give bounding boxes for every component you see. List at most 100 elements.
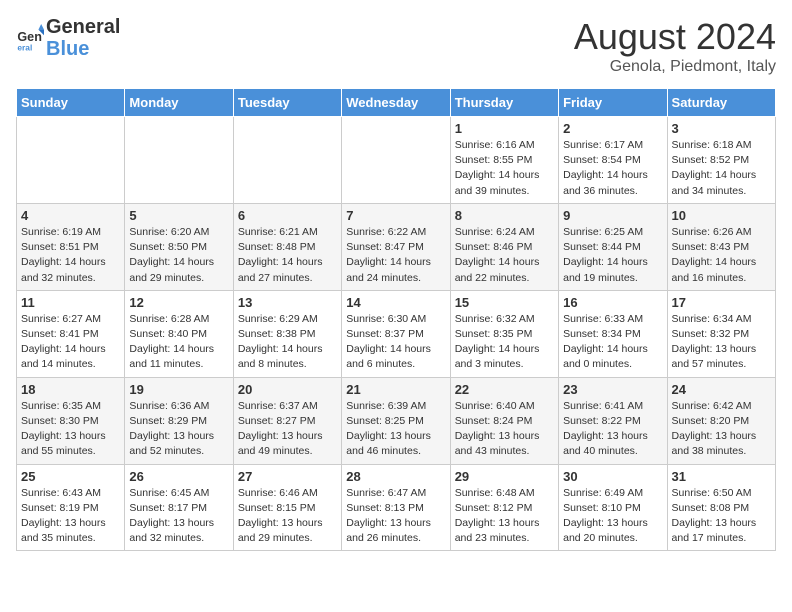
weekday-header-thursday: Thursday — [450, 89, 558, 117]
day-info: Sunrise: 6:18 AM Sunset: 8:52 PM Dayligh… — [672, 138, 771, 199]
day-number: 30 — [563, 469, 662, 484]
cell-content: 14Sunrise: 6:30 AM Sunset: 8:37 PM Dayli… — [346, 295, 445, 373]
weekday-header-row: SundayMondayTuesdayWednesdayThursdayFrid… — [17, 89, 776, 117]
day-number: 21 — [346, 382, 445, 397]
calendar-cell — [342, 117, 450, 204]
cell-content: 21 Sunrise: 6:39 AM Sunset: 8:25 PM Dayli… — [346, 382, 445, 460]
day-info: Sunrise: 6:45 AM Sunset: 8:17 PM Dayligh… — [129, 486, 228, 547]
day-info: Sunrise: 6:26 AM Sunset: 8:43 PM Dayligh… — [672, 225, 771, 286]
logo: Gen eral General Blue — [16, 16, 120, 60]
day-info: Sunrise: 6:24 AM Sunset: 8:46 PM Dayligh… — [455, 225, 554, 286]
title-section: August 2024 Genola, Piedmont, Italy — [574, 16, 776, 76]
weekday-header-friday: Friday — [559, 89, 667, 117]
weekday-header-tuesday: Tuesday — [233, 89, 341, 117]
day-number: 28 — [346, 469, 445, 484]
cell-content: 11Sunrise: 6:27 AM Sunset: 8:41 PM Dayli… — [21, 295, 120, 373]
day-number: 11 — [21, 295, 120, 310]
day-info: Sunrise: 6:35 AM Sunset: 8:30 PM Dayligh… — [21, 399, 120, 460]
cell-content: 17Sunrise: 6:34 AM Sunset: 8:32 PM Dayli… — [672, 295, 771, 373]
calendar-cell: 22 Sunrise: 6:40 AM Sunset: 8:24 PM Dayli… — [450, 377, 558, 464]
calendar-cell: 7Sunrise: 6:22 AM Sunset: 8:47 PM Daylig… — [342, 203, 450, 290]
cell-content: 28Sunrise: 6:47 AM Sunset: 8:13 PM Dayli… — [346, 469, 445, 547]
day-number: 23 — [563, 382, 662, 397]
cell-content: 27 Sunrise: 6:46 AM Sunset: 8:15 PM Dayli… — [238, 469, 337, 547]
day-number: 13 — [238, 295, 337, 310]
logo-general: General — [46, 16, 120, 38]
cell-content: 10Sunrise: 6:26 AM Sunset: 8:43 PM Dayli… — [672, 208, 771, 286]
day-info: Sunrise: 6:46 AM Sunset: 8:15 PM Dayligh… — [238, 486, 337, 547]
cell-content: 31 Sunrise: 6:50 AM Sunset: 8:08 PM Dayli… — [672, 469, 771, 547]
calendar-table: SundayMondayTuesdayWednesdayThursdayFrid… — [16, 88, 776, 551]
calendar-cell: 29Sunrise: 6:48 AM Sunset: 8:12 PM Dayli… — [450, 464, 558, 551]
cell-content: 25Sunrise: 6:43 AM Sunset: 8:19 PM Dayli… — [21, 469, 120, 547]
day-number: 29 — [455, 469, 554, 484]
calendar-cell: 25Sunrise: 6:43 AM Sunset: 8:19 PM Dayli… — [17, 464, 125, 551]
day-number: 19 — [129, 382, 228, 397]
svg-text:Gen: Gen — [17, 30, 42, 44]
cell-content: 29Sunrise: 6:48 AM Sunset: 8:12 PM Dayli… — [455, 469, 554, 547]
day-number: 26 — [129, 469, 228, 484]
calendar-cell: 27 Sunrise: 6:46 AM Sunset: 8:15 PM Dayli… — [233, 464, 341, 551]
day-info: Sunrise: 6:49 AM Sunset: 8:10 PM Dayligh… — [563, 486, 662, 547]
calendar-cell: 11Sunrise: 6:27 AM Sunset: 8:41 PM Dayli… — [17, 290, 125, 377]
day-number: 9 — [563, 208, 662, 223]
calendar-week-row: 25Sunrise: 6:43 AM Sunset: 8:19 PM Dayli… — [17, 464, 776, 551]
logo-text: General Blue — [46, 16, 120, 60]
cell-content: 13 Sunrise: 6:29 AM Sunset: 8:38 PM Dayli… — [238, 295, 337, 373]
calendar-cell: 12 Sunrise: 6:28 AM Sunset: 8:40 PM Dayli… — [125, 290, 233, 377]
day-info: Sunrise: 6:33 AM Sunset: 8:34 PM Dayligh… — [563, 312, 662, 373]
day-info: Sunrise: 6:42 AM Sunset: 8:20 PM Dayligh… — [672, 399, 771, 460]
calendar-cell: 28Sunrise: 6:47 AM Sunset: 8:13 PM Dayli… — [342, 464, 450, 551]
day-number: 24 — [672, 382, 771, 397]
calendar-cell: 9 Sunrise: 6:25 AM Sunset: 8:44 PM Daylig… — [559, 203, 667, 290]
day-number: 14 — [346, 295, 445, 310]
calendar-cell: 14Sunrise: 6:30 AM Sunset: 8:37 PM Dayli… — [342, 290, 450, 377]
calendar-cell: 20Sunrise: 6:37 AM Sunset: 8:27 PM Dayli… — [233, 377, 341, 464]
calendar-cell: 24 Sunrise: 6:42 AM Sunset: 8:20 PM Dayli… — [667, 377, 775, 464]
day-info: Sunrise: 6:50 AM Sunset: 8:08 PM Dayligh… — [672, 486, 771, 547]
weekday-header-wednesday: Wednesday — [342, 89, 450, 117]
day-number: 18 — [21, 382, 120, 397]
page-header: Gen eral General Blue August 2024 Genola… — [16, 16, 776, 76]
day-number: 15 — [455, 295, 554, 310]
cell-content: 26 Sunrise: 6:45 AM Sunset: 8:17 PM Dayli… — [129, 469, 228, 547]
cell-content: 9 Sunrise: 6:25 AM Sunset: 8:44 PM Daylig… — [563, 208, 662, 286]
day-number: 31 — [672, 469, 771, 484]
day-info: Sunrise: 6:32 AM Sunset: 8:35 PM Dayligh… — [455, 312, 554, 373]
calendar-week-row: 18 Sunrise: 6:35 AM Sunset: 8:30 PM Dayli… — [17, 377, 776, 464]
svg-text:eral: eral — [17, 43, 32, 52]
day-number: 27 — [238, 469, 337, 484]
calendar-cell: 13 Sunrise: 6:29 AM Sunset: 8:38 PM Dayli… — [233, 290, 341, 377]
cell-content: 8 Sunrise: 6:24 AM Sunset: 8:46 PM Daylig… — [455, 208, 554, 286]
calendar-cell: 4Sunrise: 6:19 AM Sunset: 8:51 PM Daylig… — [17, 203, 125, 290]
day-info: Sunrise: 6:40 AM Sunset: 8:24 PM Dayligh… — [455, 399, 554, 460]
calendar-cell — [125, 117, 233, 204]
day-info: Sunrise: 6:29 AM Sunset: 8:38 PM Dayligh… — [238, 312, 337, 373]
month-title: August 2024 — [574, 16, 776, 58]
cell-content: 18 Sunrise: 6:35 AM Sunset: 8:30 PM Dayli… — [21, 382, 120, 460]
day-info: Sunrise: 6:17 AM Sunset: 8:54 PM Dayligh… — [563, 138, 662, 199]
calendar-cell: 3Sunrise: 6:18 AM Sunset: 8:52 PM Daylig… — [667, 117, 775, 204]
day-number: 8 — [455, 208, 554, 223]
day-info: Sunrise: 6:22 AM Sunset: 8:47 PM Dayligh… — [346, 225, 445, 286]
cell-content: 1Sunrise: 6:16 AM Sunset: 8:55 PM Daylig… — [455, 121, 554, 199]
day-info: Sunrise: 6:28 AM Sunset: 8:40 PM Dayligh… — [129, 312, 228, 373]
calendar-cell: 31 Sunrise: 6:50 AM Sunset: 8:08 PM Dayli… — [667, 464, 775, 551]
day-number: 22 — [455, 382, 554, 397]
day-info: Sunrise: 6:39 AM Sunset: 8:25 PM Dayligh… — [346, 399, 445, 460]
calendar-cell: 17Sunrise: 6:34 AM Sunset: 8:32 PM Dayli… — [667, 290, 775, 377]
day-number: 1 — [455, 121, 554, 136]
cell-content: 6Sunrise: 6:21 AM Sunset: 8:48 PM Daylig… — [238, 208, 337, 286]
day-info: Sunrise: 6:25 AM Sunset: 8:44 PM Dayligh… — [563, 225, 662, 286]
calendar-cell — [17, 117, 125, 204]
cell-content: 24 Sunrise: 6:42 AM Sunset: 8:20 PM Dayli… — [672, 382, 771, 460]
day-number: 20 — [238, 382, 337, 397]
calendar-cell — [233, 117, 341, 204]
calendar-cell: 15 Sunrise: 6:32 AM Sunset: 8:35 PM Dayli… — [450, 290, 558, 377]
calendar-cell: 30 Sunrise: 6:49 AM Sunset: 8:10 PM Dayli… — [559, 464, 667, 551]
calendar-cell: 21 Sunrise: 6:39 AM Sunset: 8:25 PM Dayli… — [342, 377, 450, 464]
calendar-cell: 6Sunrise: 6:21 AM Sunset: 8:48 PM Daylig… — [233, 203, 341, 290]
calendar-cell: 18 Sunrise: 6:35 AM Sunset: 8:30 PM Dayli… — [17, 377, 125, 464]
cell-content: 5Sunrise: 6:20 AM Sunset: 8:50 PM Daylig… — [129, 208, 228, 286]
day-number: 12 — [129, 295, 228, 310]
